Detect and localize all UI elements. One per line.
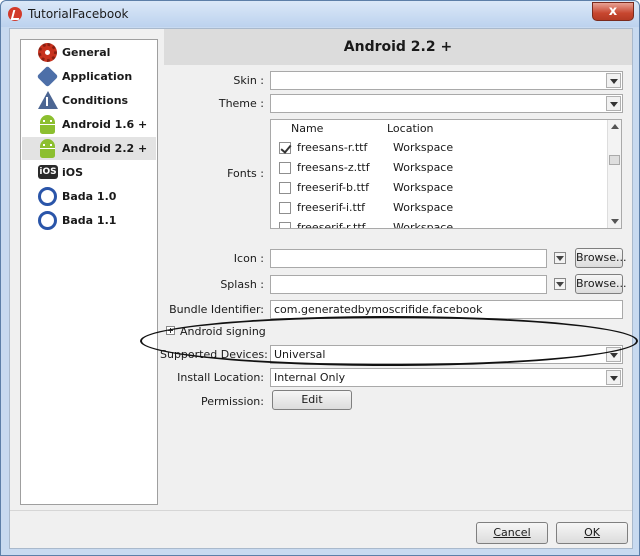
scroll-thumb[interactable] (609, 155, 620, 165)
sidebar-item-label: Bada 1.0 (62, 190, 117, 203)
edit-permission-button[interactable]: Edit (272, 390, 352, 410)
font-checkbox[interactable] (279, 202, 291, 214)
font-name: freesans-z.ttf (297, 161, 370, 174)
list-item[interactable]: freeserif-i.ttf Workspace (271, 198, 607, 218)
sidebar-item-conditions[interactable]: Conditions (22, 89, 156, 112)
font-checkbox[interactable] (279, 182, 291, 194)
permission-label: Permission: (200, 395, 264, 408)
gear-icon (38, 43, 57, 62)
highlight-ellipse (140, 316, 638, 366)
bundle-identifier-label: Bundle Identifier: (169, 303, 264, 316)
android-icon (40, 115, 55, 134)
chevron-down-icon[interactable] (606, 370, 621, 385)
fonts-scrollbar[interactable] (607, 120, 621, 228)
list-item[interactable]: freesans-r.ttf Workspace (271, 138, 607, 158)
sidebar-item-label: Conditions (62, 94, 129, 107)
warning-mark (46, 97, 48, 106)
skin-label: Skin : (233, 74, 264, 87)
install-location-select[interactable]: Internal Only (270, 368, 623, 387)
splash-path-input[interactable] (270, 275, 547, 294)
font-location: Workspace (393, 221, 454, 229)
font-checkbox[interactable] (279, 162, 291, 174)
chevron-down-icon[interactable] (606, 96, 621, 111)
sidebar-item-label: Android 1.6 + (62, 118, 148, 131)
close-button[interactable]: x (592, 2, 634, 21)
splash-label: Splash : (220, 278, 264, 291)
list-item[interactable]: freeserif-b.ttf Workspace (271, 178, 607, 198)
sidebar: General Application Conditions Android 1… (20, 39, 158, 505)
ios-icon: iOS (38, 165, 58, 179)
sidebar-item-label: Application (62, 70, 133, 83)
column-header-name[interactable]: Name (291, 122, 323, 135)
sidebar-item-label: iOS (62, 166, 84, 179)
theme-select[interactable] (270, 94, 623, 113)
column-header-location[interactable]: Location (387, 122, 434, 135)
list-item[interactable]: freesans-z.ttf Workspace (271, 158, 607, 178)
sidebar-item-ios[interactable]: iOS iOS (22, 161, 156, 184)
sidebar-item-label: General (62, 46, 111, 59)
bada-icon (38, 211, 57, 230)
icon-path-input[interactable] (270, 249, 547, 268)
sidebar-item-android-2-2[interactable]: Android 2.2 + (22, 137, 156, 160)
font-name: freesans-r.ttf (297, 141, 368, 154)
puzzle-icon (36, 65, 59, 88)
font-location: Workspace (393, 201, 454, 214)
browse-icon-button[interactable]: Browse... (575, 248, 627, 268)
scroll-up-icon[interactable] (611, 124, 619, 129)
font-name: freeserif-b.ttf (297, 181, 369, 194)
install-location-label: Install Location: (177, 371, 264, 384)
sidebar-item-label: Bada 1.1 (62, 214, 117, 227)
font-checkbox[interactable] (279, 142, 291, 154)
sidebar-item-label: Android 2.2 + (62, 142, 148, 155)
chevron-down-icon[interactable] (554, 278, 566, 290)
app-logo-icon (8, 7, 22, 21)
page-title: Android 2.2 + (164, 29, 632, 65)
warning-icon (38, 91, 58, 109)
font-checkbox[interactable] (279, 222, 291, 228)
chevron-down-icon[interactable] (606, 73, 621, 88)
font-name: freeserif-r.ttf (297, 221, 366, 229)
sidebar-item-bada-1-1[interactable]: Bada 1.1 (22, 209, 156, 232)
android-icon (40, 139, 55, 158)
scroll-down-icon[interactable] (611, 219, 619, 224)
skin-select[interactable] (270, 71, 623, 90)
bada-icon (38, 187, 57, 206)
ok-button[interactable]: OK (556, 522, 628, 544)
fonts-label: Fonts : (227, 167, 264, 180)
theme-label: Theme : (218, 97, 264, 110)
fonts-list[interactable]: Name Location freesans-r.ttf Workspace f… (270, 119, 622, 229)
cancel-button[interactable]: Cancel (476, 522, 548, 544)
sidebar-item-bada-1-0[interactable]: Bada 1.0 (22, 185, 156, 208)
sidebar-item-android-1-6[interactable]: Android 1.6 + (22, 113, 156, 136)
sidebar-item-general[interactable]: General (22, 41, 156, 64)
font-location: Workspace (393, 141, 454, 154)
font-name: freeserif-i.ttf (297, 201, 366, 214)
browse-splash-button[interactable]: Browse... (575, 274, 627, 294)
font-location: Workspace (393, 181, 454, 194)
dialog-client: General Application Conditions Android 1… (9, 28, 638, 549)
sidebar-item-application[interactable]: Application (22, 65, 156, 88)
window-title: TutorialFacebook (28, 7, 129, 21)
title-bar: TutorialFacebook x (1, 1, 639, 27)
icon-label: Icon : (233, 252, 264, 265)
chevron-down-icon[interactable] (554, 252, 566, 264)
dialog-window: TutorialFacebook x General Application C… (0, 0, 640, 556)
footer-divider (10, 510, 632, 511)
list-item[interactable]: freeserif-r.ttf Workspace (271, 218, 607, 229)
font-location: Workspace (393, 161, 454, 174)
